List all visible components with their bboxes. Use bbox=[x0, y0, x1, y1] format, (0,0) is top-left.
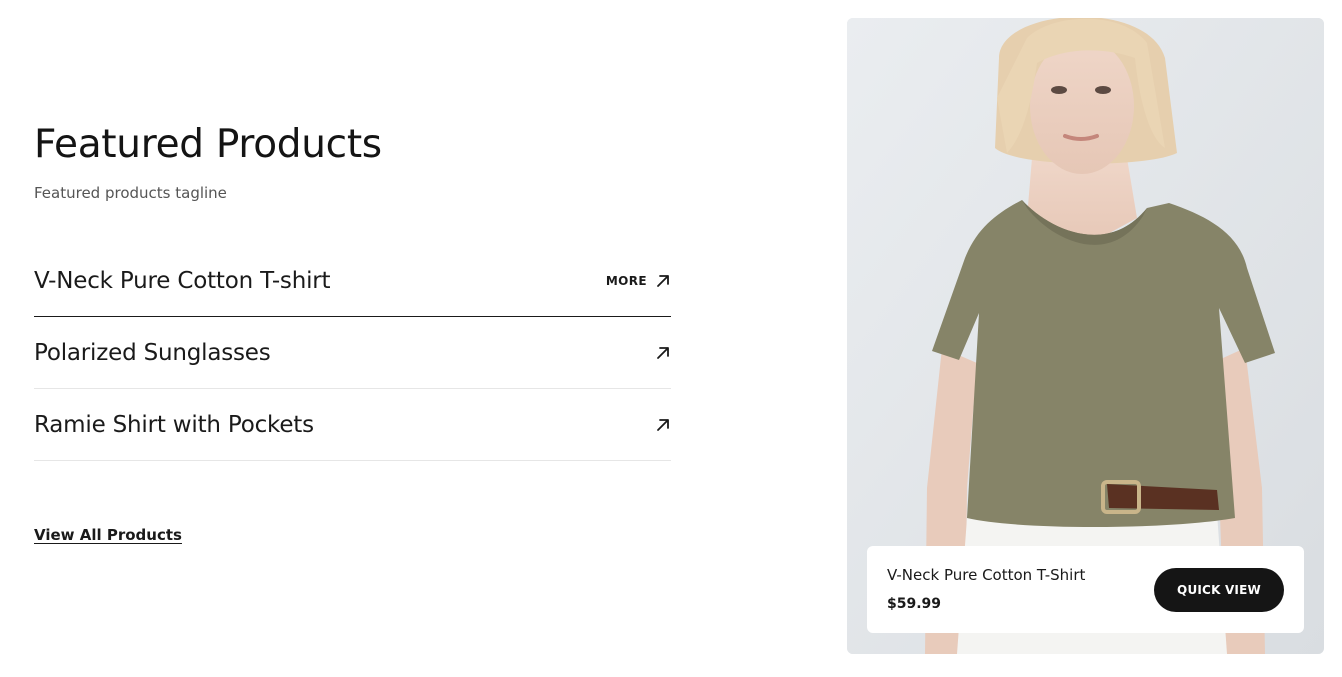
featured-product-image: V-Neck Pure Cotton T-Shirt $59.99 QUICK … bbox=[847, 18, 1324, 654]
product-name: Polarized Sunglasses bbox=[34, 339, 271, 366]
arrow-up-right-icon bbox=[657, 418, 669, 431]
section-tagline: Featured products tagline bbox=[34, 184, 227, 202]
quick-view-button[interactable]: QUICK VIEW bbox=[1154, 568, 1284, 612]
card-product-name: V-Neck Pure Cotton T-Shirt bbox=[887, 566, 1086, 584]
product-list: V-Neck Pure Cotton T-shirt MORE Polarize… bbox=[34, 245, 671, 461]
product-list-item[interactable]: V-Neck Pure Cotton T-shirt MORE bbox=[34, 245, 671, 317]
featured-section: Featured Products Featured products tagl… bbox=[34, 0, 671, 677]
card-product-price: $59.99 bbox=[887, 596, 942, 612]
product-list-item[interactable]: Ramie Shirt with Pockets bbox=[34, 389, 671, 461]
product-more-link[interactable] bbox=[655, 345, 671, 361]
arrow-up-right-icon bbox=[657, 346, 669, 359]
product-quick-card: V-Neck Pure Cotton T-Shirt $59.99 QUICK … bbox=[867, 546, 1304, 633]
product-more-link[interactable] bbox=[655, 417, 671, 433]
arrow-up-right-icon bbox=[657, 274, 669, 287]
product-name: Ramie Shirt with Pockets bbox=[34, 411, 314, 438]
view-all-products-link[interactable]: View All Products bbox=[34, 526, 182, 544]
product-more-link[interactable]: MORE bbox=[606, 273, 671, 289]
product-name: V-Neck Pure Cotton T-shirt bbox=[34, 267, 331, 294]
more-label: MORE bbox=[605, 273, 647, 288]
section-title: Featured Products bbox=[34, 122, 382, 167]
product-list-item[interactable]: Polarized Sunglasses bbox=[34, 317, 671, 389]
